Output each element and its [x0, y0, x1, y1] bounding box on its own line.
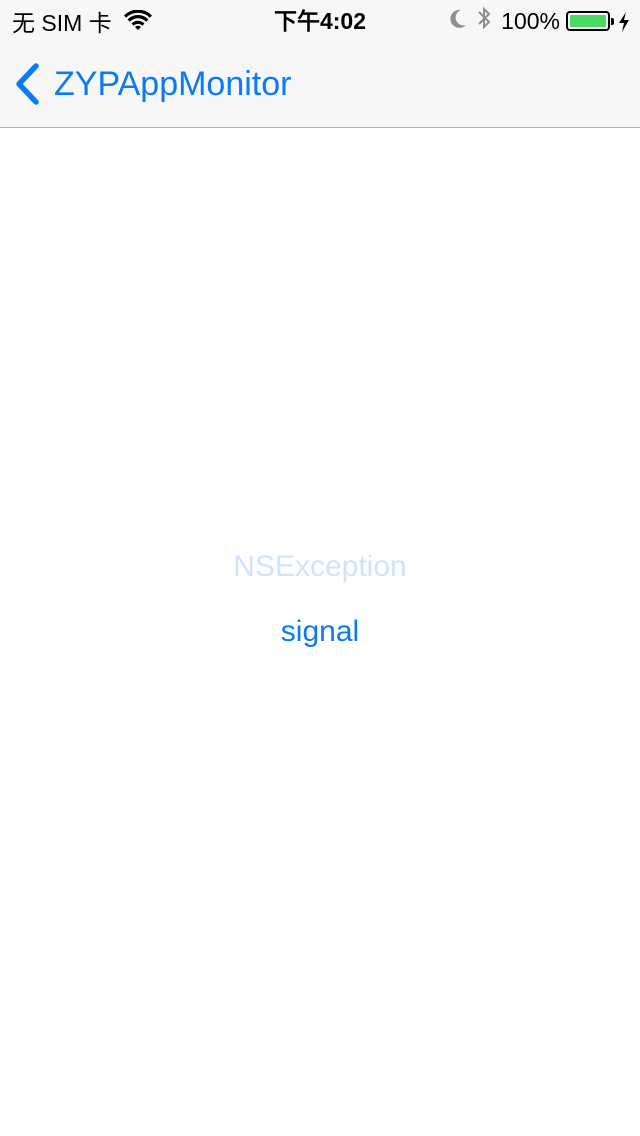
moon-icon [449, 8, 467, 35]
signal-button[interactable]: signal [0, 615, 640, 649]
bluetooth-icon [477, 6, 491, 36]
navigation-bar: 无 SIM 卡 下午4:02 100% ZYPAppMonitor [0, 0, 640, 128]
nsexception-button[interactable]: NSException [0, 550, 640, 584]
chevron-left-icon [14, 63, 42, 105]
battery-percent: 100% [501, 7, 560, 34]
charging-icon [618, 11, 630, 32]
back-button-label: ZYPAppMonitor [54, 64, 292, 103]
back-button[interactable]: ZYPAppMonitor [14, 60, 291, 108]
battery-icon [566, 11, 614, 31]
battery-nub [611, 18, 614, 25]
screen: 无 SIM 卡 下午4:02 100% ZYPAppMonitor NSExce… [0, 0, 640, 1136]
battery-fill [570, 15, 606, 27]
status-right: 100% [449, 6, 630, 36]
